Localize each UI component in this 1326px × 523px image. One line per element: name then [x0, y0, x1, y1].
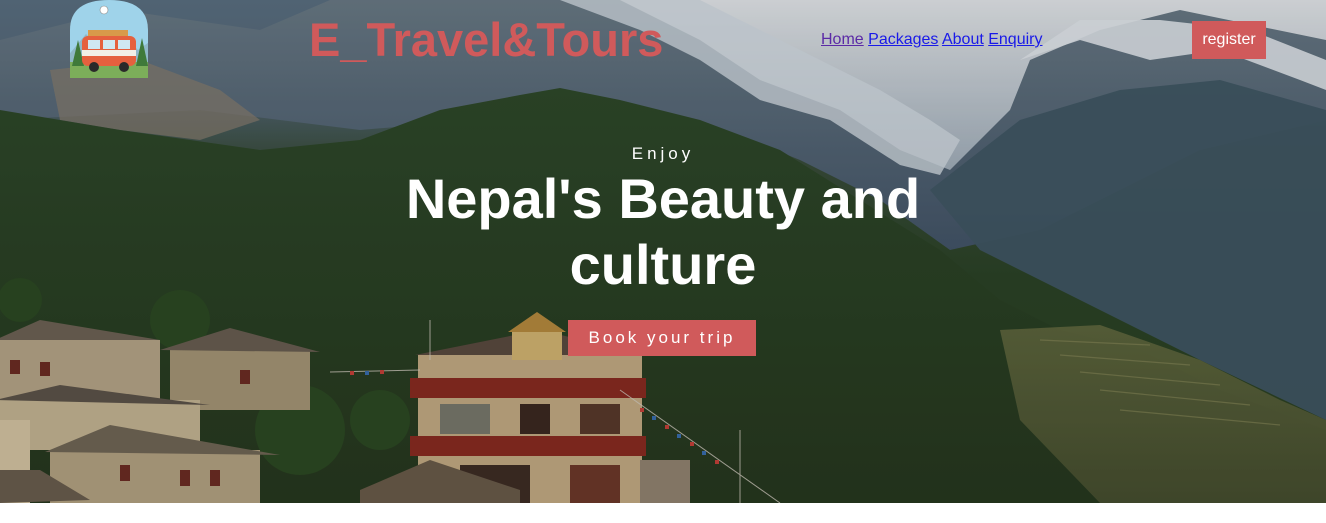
nav-link-about[interactable]: About — [942, 31, 984, 48]
camper-van-logo[interactable] — [66, 0, 152, 78]
nav-link-enquiry[interactable]: Enquiry — [988, 31, 1042, 48]
brand-title: E_Travel&Tours — [309, 13, 664, 66]
main-nav: Home Packages About Enquiry — [821, 30, 1042, 50]
book-trip-button[interactable]: Book your trip — [568, 320, 756, 356]
nav-link-home[interactable]: Home — [821, 31, 864, 48]
hero-kicker: Enjoy — [631, 144, 695, 163]
hero-headline: Nepal's Beauty and culture — [405, 167, 921, 296]
register-button[interactable]: register — [1192, 21, 1266, 59]
camper-van-icon — [70, 0, 148, 78]
nav-link-packages[interactable]: Packages — [868, 31, 938, 48]
hero-section: E_Travel&Tours Home Packages About Enqui… — [0, 0, 1326, 503]
